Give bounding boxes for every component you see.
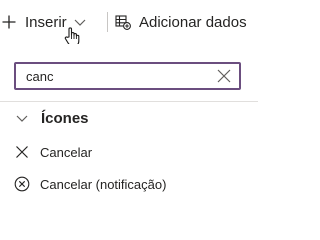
toolbar-divider [107,12,108,32]
insert-panel: Ícones Cancelar Cancelar (notificação) [0,44,258,231]
list-item-label: Cancelar [40,144,93,160]
chevron-down-icon [16,112,28,124]
search-box[interactable] [14,62,241,90]
cancel-icon [14,144,30,160]
list-item-cancel-badge[interactable]: Cancelar (notificação) [14,172,166,196]
search-input[interactable] [16,65,216,87]
close-icon[interactable] [217,69,231,83]
list-item-label: Cancelar (notificação) [40,176,167,192]
table-add-icon [115,14,131,30]
group-title: Ícones [41,109,89,127]
cancel-badge-icon [14,176,30,192]
insert-label: Inserir [25,13,67,31]
plus-icon [2,15,16,29]
divider [0,101,258,102]
add-data-label: Adicionar dados [139,13,247,31]
list-item-cancel[interactable]: Cancelar [14,140,92,164]
group-header-icons[interactable]: Ícones [16,107,89,129]
command-bar: Inserir Adicionar dados [0,0,258,48]
add-data-button[interactable]: Adicionar dados [115,6,247,38]
